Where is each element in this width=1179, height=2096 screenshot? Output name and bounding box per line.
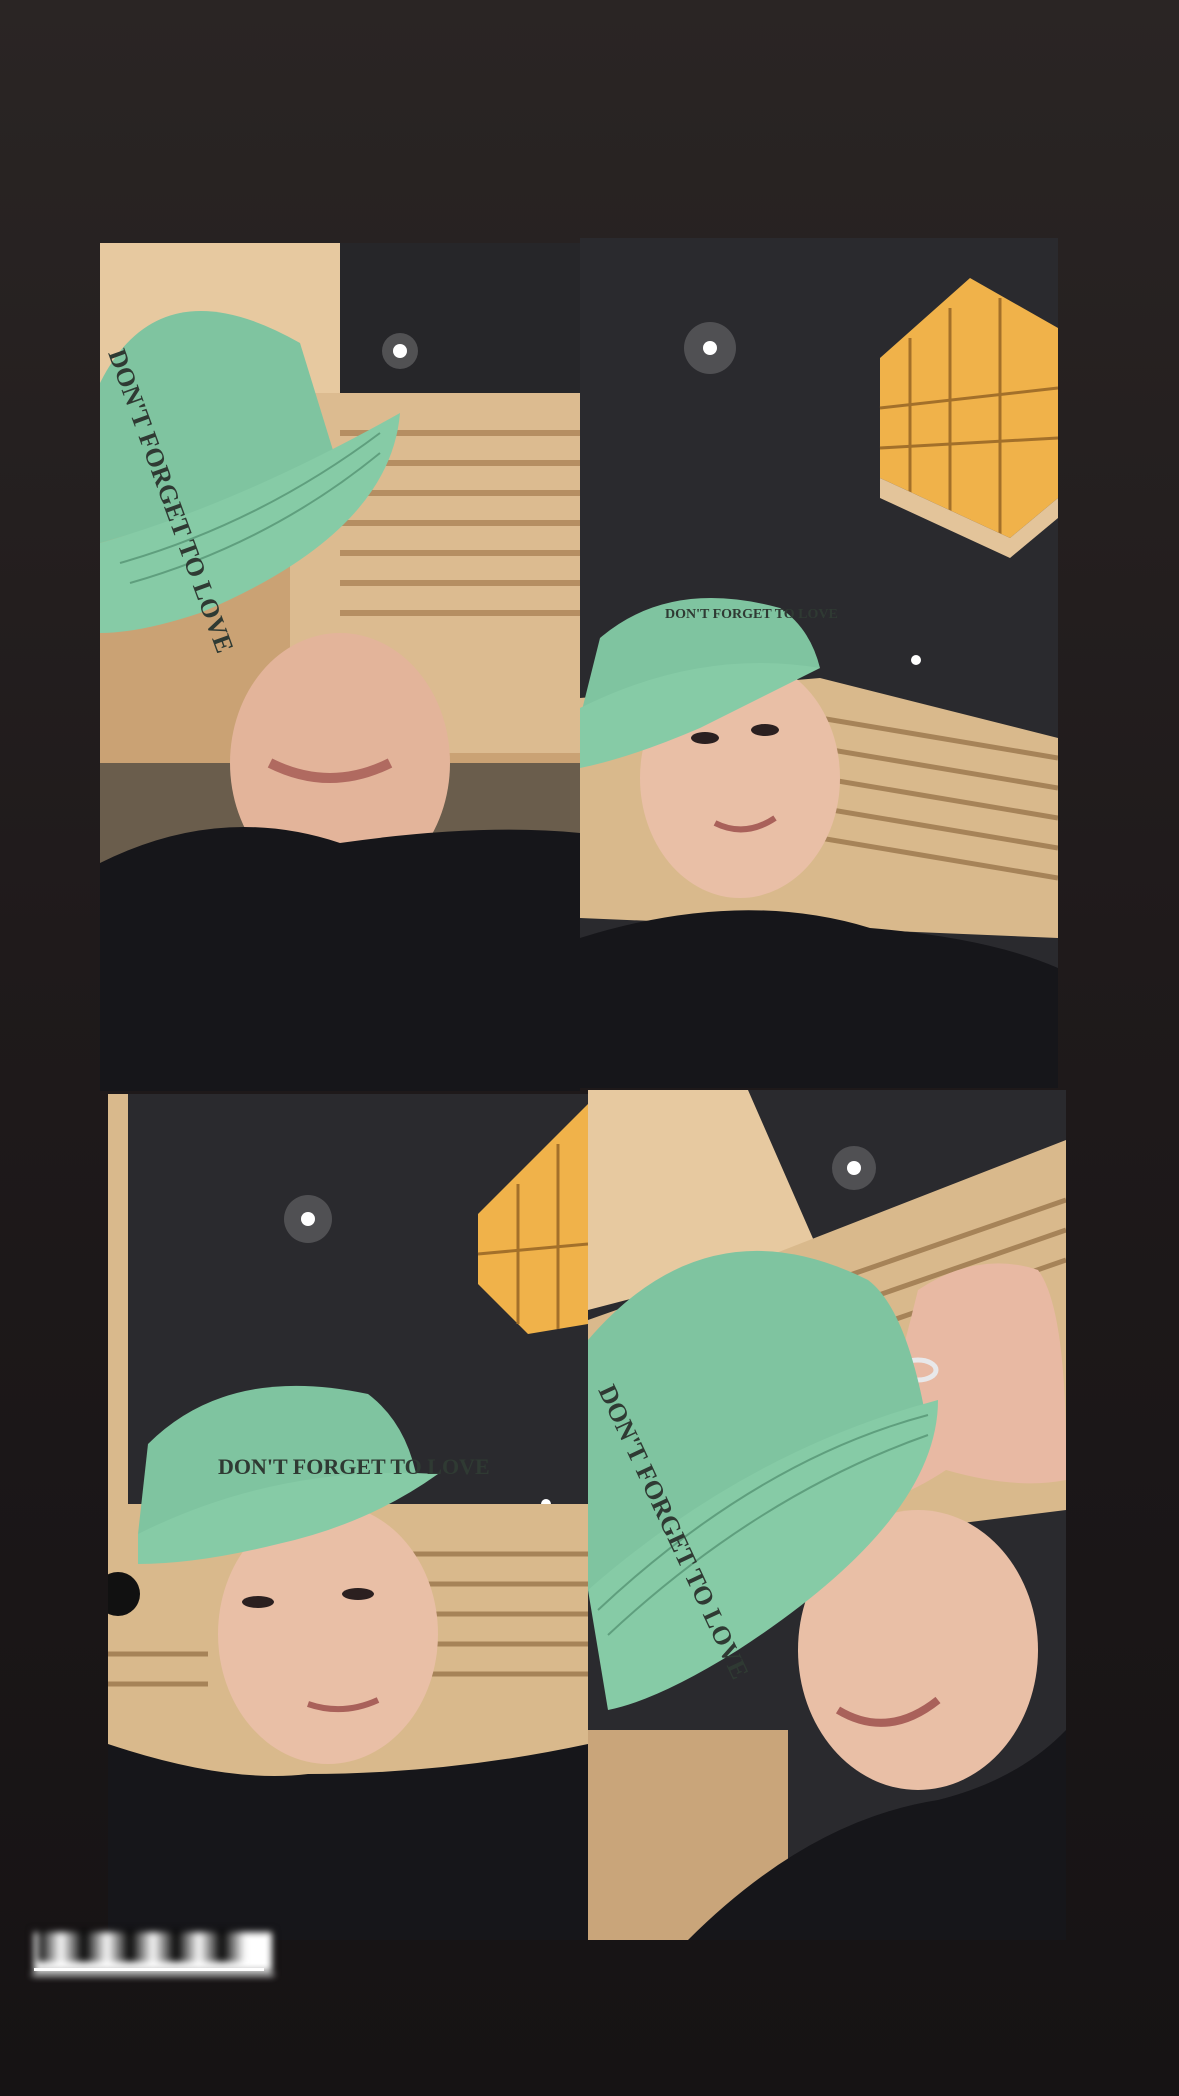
mention-sticker-placeholder <box>38 1932 268 1962</box>
photo-panel-top-right[interactable]: DON'T FORGET TO LOVE <box>580 238 1058 1088</box>
photo-bottom-right: DON'T FORGET TO LOVE <box>588 1090 1066 1940</box>
cap-print-bottom-left: DON'T FORGET TO LOVE <box>218 1454 490 1479</box>
story-canvas: DON'T FORGET TO LOVE DON'T FORGET TO LOV… <box>0 0 1179 2096</box>
photo-panel-top-left[interactable]: DON'T FORGET TO LOVE <box>100 243 580 1091</box>
photo-bottom-left: DON'T FORGET TO LOVE <box>108 1094 588 1940</box>
photo-panel-bottom-right[interactable]: DON'T FORGET TO LOVE <box>588 1090 1066 1940</box>
photo-panel-bottom-left[interactable]: DON'T FORGET TO LOVE <box>108 1094 588 1940</box>
photo-top-left: DON'T FORGET TO LOVE <box>100 243 580 1091</box>
photo-top-right: DON'T FORGET TO LOVE <box>580 238 1058 1088</box>
mention-underline <box>34 1968 264 1971</box>
cap-print-top-right: DON'T FORGET TO LOVE <box>665 607 838 622</box>
